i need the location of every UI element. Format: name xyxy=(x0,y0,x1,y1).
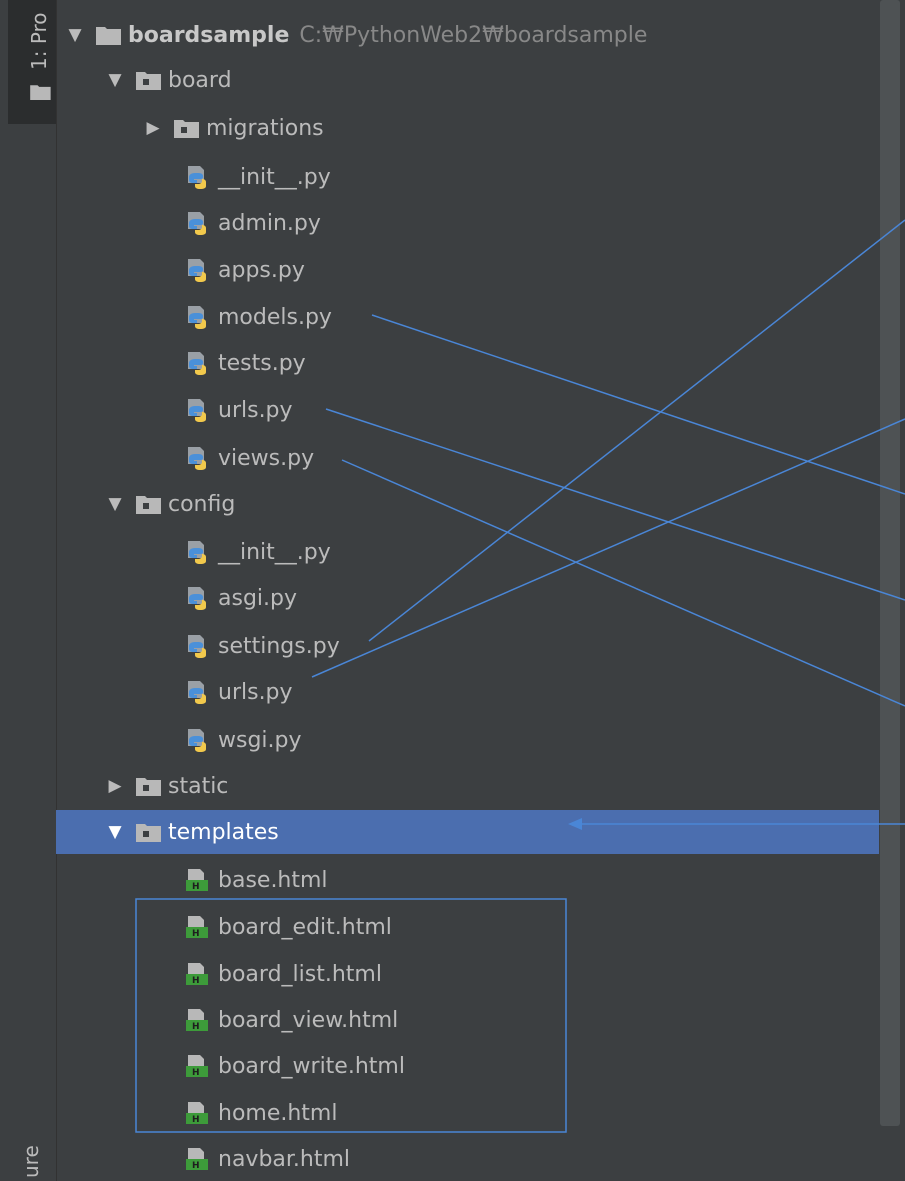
file-label: tests.py xyxy=(218,350,306,376)
expanded-arrow-icon[interactable]: ▼ xyxy=(108,494,122,514)
file-label: navbar.html xyxy=(218,1146,351,1172)
tree-node-templates[interactable]: ▼ templates xyxy=(56,810,905,854)
structure-tab-label[interactable]: ure xyxy=(19,1145,43,1178)
folder-label: templates xyxy=(168,819,279,845)
folder-label: board xyxy=(168,67,232,93)
python-file-icon xyxy=(188,447,206,470)
package-folder-icon xyxy=(136,824,161,842)
python-file-icon xyxy=(188,729,206,752)
file-label: wsgi.py xyxy=(218,727,302,753)
html-file-icon xyxy=(186,963,208,986)
project-name: boardsample xyxy=(128,22,290,48)
project-tab-label: 1: Pro xyxy=(27,12,51,70)
python-file-icon xyxy=(188,635,206,658)
tree-file[interactable]: apps.py xyxy=(56,248,905,292)
tree-file[interactable]: __init__.py xyxy=(56,530,905,574)
file-label: asgi.py xyxy=(218,585,297,611)
file-label: board_list.html xyxy=(218,961,382,987)
file-label: home.html xyxy=(218,1100,338,1126)
folder-label: migrations xyxy=(206,115,324,141)
file-label: board_view.html xyxy=(218,1007,399,1033)
tree-file[interactable]: base.html xyxy=(56,858,905,902)
python-file-icon xyxy=(188,681,206,704)
tree-file[interactable]: settings.py xyxy=(56,624,905,668)
project-tree: ▼ boardsample C:₩PythonWeb2₩boardsample … xyxy=(56,0,905,1181)
html-file-icon xyxy=(186,1148,208,1171)
tree-file[interactable]: navbar.html xyxy=(56,1137,905,1181)
tree-node-migrations[interactable]: ▶ migrations xyxy=(56,106,905,150)
tree-file[interactable]: board_list.html xyxy=(56,952,905,996)
python-file-icon xyxy=(188,587,206,610)
file-label: urls.py xyxy=(218,397,293,423)
file-label: board_edit.html xyxy=(218,914,392,940)
python-file-icon xyxy=(188,541,206,564)
tree-node-config[interactable]: ▼ config xyxy=(56,482,905,526)
tree-file[interactable]: wsgi.py xyxy=(56,718,905,762)
tree-file[interactable]: home.html xyxy=(56,1091,905,1135)
python-file-icon xyxy=(188,212,206,235)
file-label: apps.py xyxy=(218,257,305,283)
package-folder-icon xyxy=(136,778,161,796)
tree-node-static[interactable]: ▶ static xyxy=(56,764,905,808)
file-label: board_write.html xyxy=(218,1053,405,1079)
python-file-icon xyxy=(188,166,206,189)
file-label: settings.py xyxy=(218,633,340,659)
tree-node-board[interactable]: ▼ board xyxy=(56,58,905,102)
tree-file[interactable]: board_view.html xyxy=(56,998,905,1042)
tree-file[interactable]: models.py xyxy=(56,295,905,339)
python-file-icon xyxy=(188,306,206,329)
file-label: base.html xyxy=(218,867,328,893)
expanded-arrow-icon[interactable]: ▼ xyxy=(108,70,122,90)
project-tab[interactable]: 1: Pro xyxy=(8,0,56,124)
html-file-icon xyxy=(186,1102,208,1125)
file-label: __init__.py xyxy=(218,539,331,565)
html-file-icon xyxy=(186,916,208,939)
tree-file[interactable]: board_write.html xyxy=(56,1044,905,1088)
tree-file[interactable]: asgi.py xyxy=(56,576,905,620)
project-folder-icon xyxy=(30,85,51,100)
expanded-arrow-icon[interactable]: ▼ xyxy=(68,25,82,45)
folder-label: static xyxy=(168,773,229,799)
tree-node-boardsample[interactable]: ▼ boardsample C:₩PythonWeb2₩boardsample xyxy=(56,13,905,57)
package-folder-icon xyxy=(136,496,161,514)
tree-file[interactable]: board_edit.html xyxy=(56,905,905,949)
file-label: __init__.py xyxy=(218,164,331,190)
package-folder-icon xyxy=(174,120,199,138)
collapsed-arrow-icon[interactable]: ▶ xyxy=(108,776,122,796)
folder-label: config xyxy=(168,491,236,517)
python-file-icon xyxy=(188,259,206,282)
file-label: urls.py xyxy=(218,679,293,705)
tree-file[interactable]: views.py xyxy=(56,436,905,480)
collapsed-arrow-icon[interactable]: ▶ xyxy=(146,118,160,138)
python-file-icon xyxy=(188,399,206,422)
html-file-icon xyxy=(186,1055,208,1078)
tree-file[interactable]: tests.py xyxy=(56,341,905,385)
python-file-icon xyxy=(188,352,206,375)
tree-file[interactable]: __init__.py xyxy=(56,155,905,199)
tool-window-stripe: 1: Pro ure xyxy=(0,0,57,1181)
folder-icon xyxy=(96,27,121,45)
project-path: C:₩PythonWeb2₩boardsample xyxy=(299,22,648,48)
file-label: admin.py xyxy=(218,210,321,236)
expanded-arrow-icon[interactable]: ▼ xyxy=(108,822,122,842)
tree-file[interactable]: urls.py xyxy=(56,670,905,714)
tree-file[interactable]: urls.py xyxy=(56,388,905,432)
package-folder-icon xyxy=(136,72,161,90)
file-label: models.py xyxy=(218,304,332,330)
html-file-icon xyxy=(186,869,208,892)
scrollbar-thumb[interactable] xyxy=(880,0,900,1126)
html-file-icon xyxy=(186,1009,208,1032)
tree-file[interactable]: admin.py xyxy=(56,201,905,245)
file-label: views.py xyxy=(218,445,315,471)
